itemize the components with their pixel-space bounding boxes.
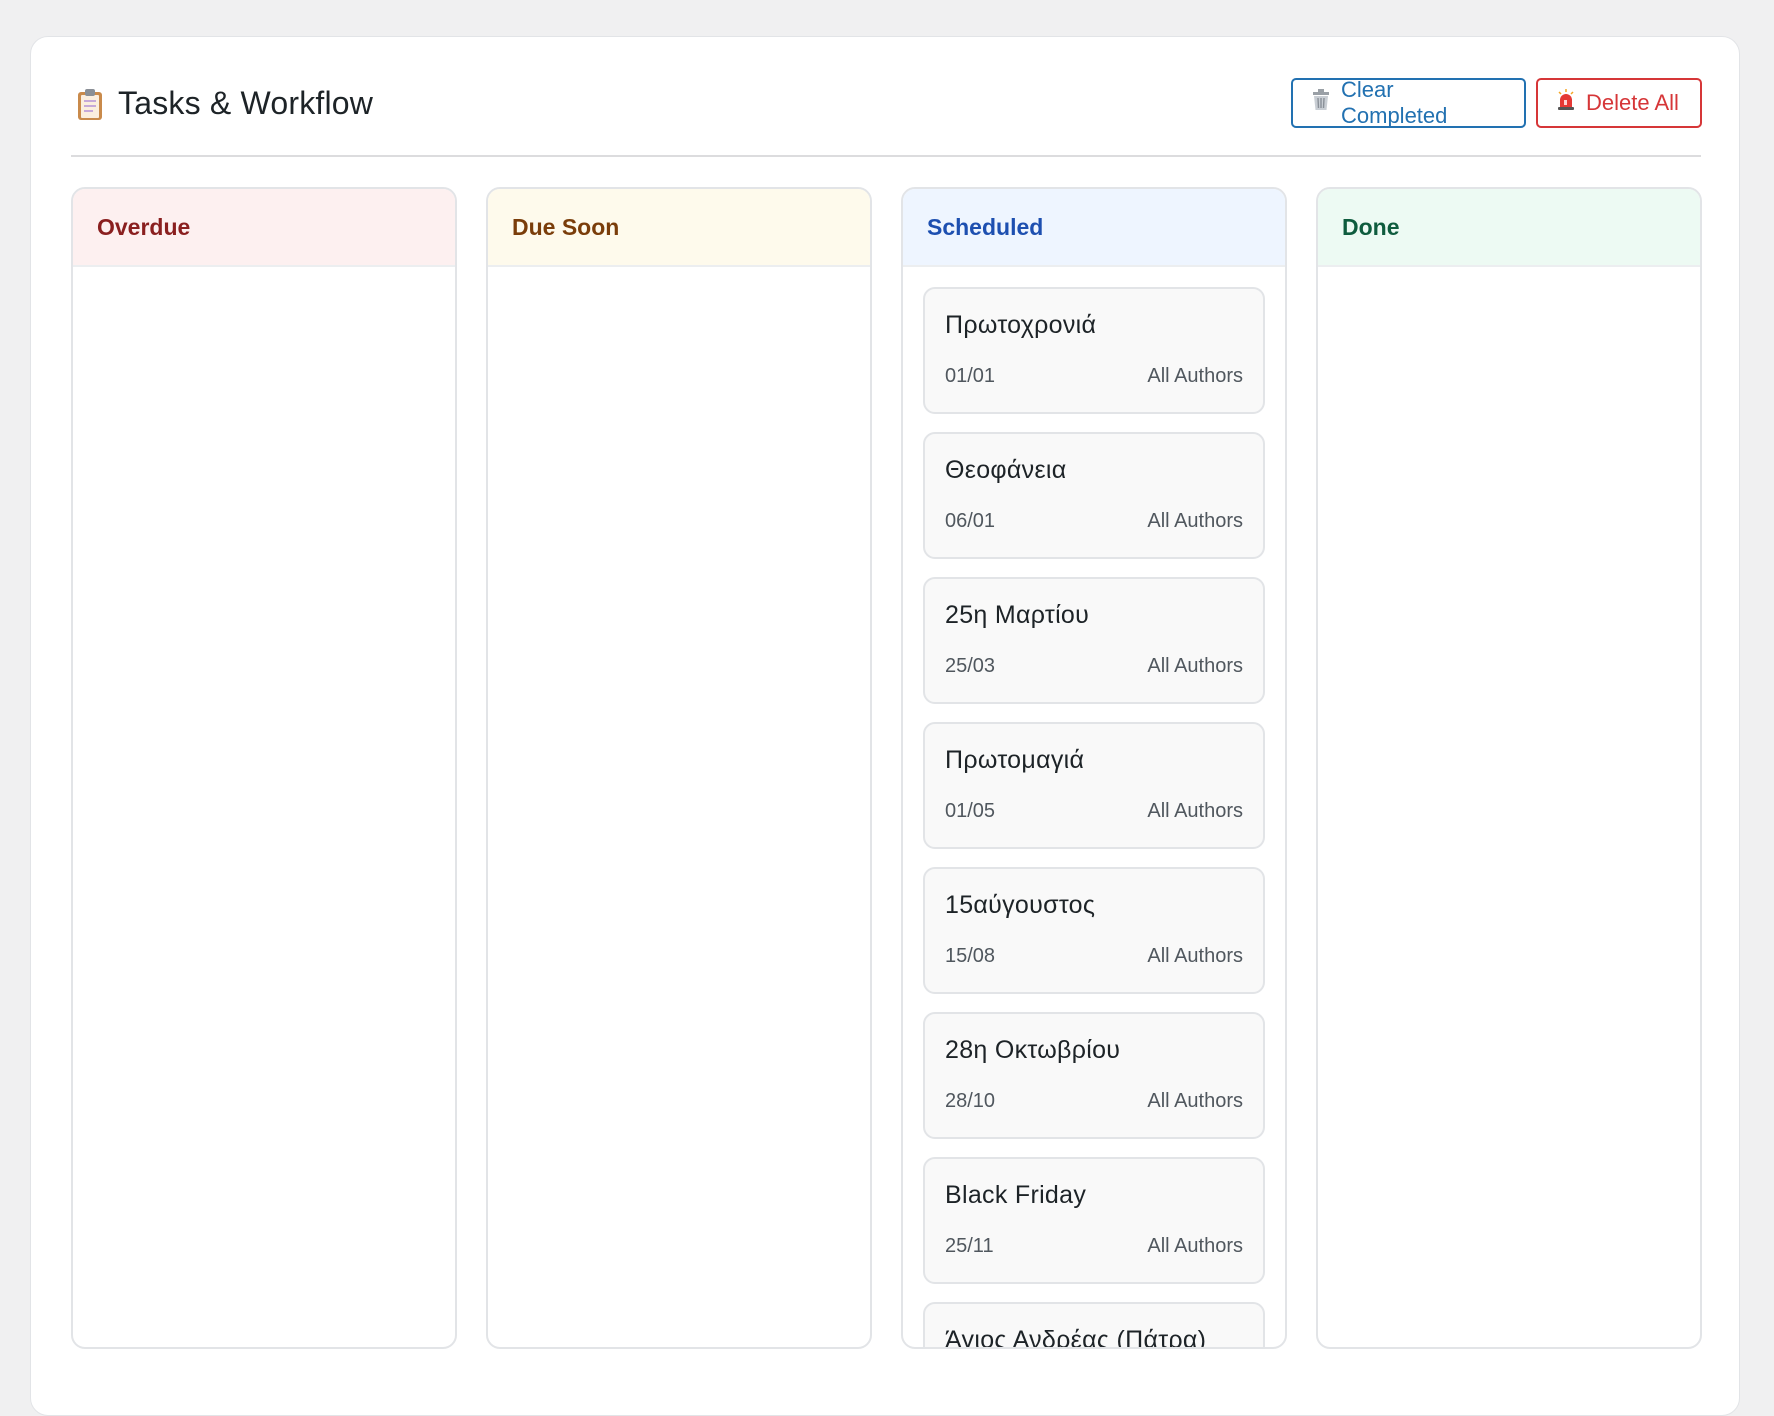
task-assignee: All Authors — [1147, 800, 1243, 822]
task-title: Θεοφάνεια — [945, 456, 1067, 484]
task-card[interactable]: Πρωτοχρονιά 01/01 All Authors — [923, 287, 1265, 414]
task-card[interactable]: Black Friday 25/11 All Authors — [923, 1157, 1265, 1284]
task-date: 28/10 — [945, 1090, 996, 1112]
task-card[interactable]: 28η Οκτωβρίου 28/10 All Authors — [923, 1012, 1265, 1139]
column-body-scheduled: Πρωτοχρονιά 01/01 All Authors Θεοφάνεια 06/0… — [903, 267, 1285, 1347]
task-assignee: All Authors — [1147, 655, 1243, 677]
task-date: 06/01 — [945, 510, 996, 532]
panel-header: Tasks & Workflow Clear Completed Delete … — [71, 37, 1702, 157]
task-card[interactable]: Άγιος Ανδρέας (Πάτρα) — [923, 1302, 1265, 1347]
column-header-overdue: Overdue — [73, 189, 455, 267]
trash-icon — [1311, 89, 1331, 117]
clipboard-icon — [76, 87, 104, 121]
column-header-done: Done — [1318, 189, 1700, 267]
task-date: 01/05 — [945, 800, 996, 822]
task-meta: 01/01 All Authors — [945, 365, 1243, 388]
task-date: 15/08 — [945, 945, 996, 967]
task-date: 25/11 — [945, 1235, 994, 1257]
task-assignee: All Authors — [1147, 510, 1243, 532]
column-due-soon: Due Soon — [486, 187, 872, 1349]
delete-all-button[interactable]: Delete All — [1536, 78, 1702, 128]
task-meta: 06/01 All Authors — [945, 510, 1243, 533]
task-card[interactable]: Θεοφάνεια 06/01 All Authors — [923, 432, 1265, 559]
column-header-due-soon: Due Soon — [488, 189, 870, 267]
task-assignee: All Authors — [1147, 365, 1243, 387]
task-meta: 01/05 All Authors — [945, 800, 1243, 823]
column-body-due-soon — [488, 267, 870, 1347]
task-title: Άγιος Ανδρέας (Πάτρα) — [945, 1326, 1207, 1347]
siren-icon — [1556, 89, 1576, 117]
task-title: 28η Οκτωβρίου — [945, 1036, 1121, 1064]
task-meta: 15/08 All Authors — [945, 945, 1243, 968]
column-overdue: Overdue — [71, 187, 457, 1349]
clear-completed-button[interactable]: Clear Completed — [1291, 77, 1526, 128]
task-title: 25η Μαρτίου — [945, 601, 1090, 629]
task-assignee: All Authors — [1147, 945, 1243, 967]
task-card[interactable]: Πρωτομαγιά 01/05 All Authors — [923, 722, 1265, 849]
column-done: Done — [1316, 187, 1702, 1349]
task-assignee: All Authors — [1147, 1235, 1243, 1257]
tasks-panel: Tasks & Workflow Clear Completed Delete … — [30, 36, 1740, 1416]
column-header-scheduled: Scheduled — [903, 189, 1285, 267]
task-meta: 25/03 All Authors — [945, 655, 1243, 678]
clear-completed-label: Clear Completed — [1341, 77, 1448, 128]
column-scheduled: Scheduled Πρωτοχρονιά 01/01 All Authors Θεο… — [901, 187, 1287, 1349]
title-wrap: Tasks & Workflow — [76, 85, 373, 122]
task-card[interactable]: 25η Μαρτίου 25/03 All Authors — [923, 577, 1265, 704]
task-title: Black Friday — [945, 1181, 1087, 1209]
task-meta: 28/10 All Authors — [945, 1090, 1243, 1113]
task-title: 15αύγουστος — [945, 891, 1096, 919]
task-assignee: All Authors — [1147, 1090, 1243, 1112]
task-title: Πρωτομαγιά — [945, 746, 1085, 774]
task-title: Πρωτοχρονιά — [945, 311, 1097, 339]
task-meta: 25/11 All Authors — [945, 1235, 1243, 1258]
column-body-done — [1318, 267, 1700, 1347]
page-title: Tasks & Workflow — [118, 85, 374, 121]
kanban-board: Overdue Due Soon Scheduled Πρωτοχρονιά 01… — [71, 187, 1703, 1349]
delete-all-label: Delete All — [1586, 90, 1679, 115]
column-body-overdue — [73, 267, 455, 1347]
task-date: 25/03 — [945, 655, 996, 677]
task-card[interactable]: 15αύγουστος 15/08 All Authors — [923, 867, 1265, 994]
task-date: 01/01 — [945, 365, 996, 387]
